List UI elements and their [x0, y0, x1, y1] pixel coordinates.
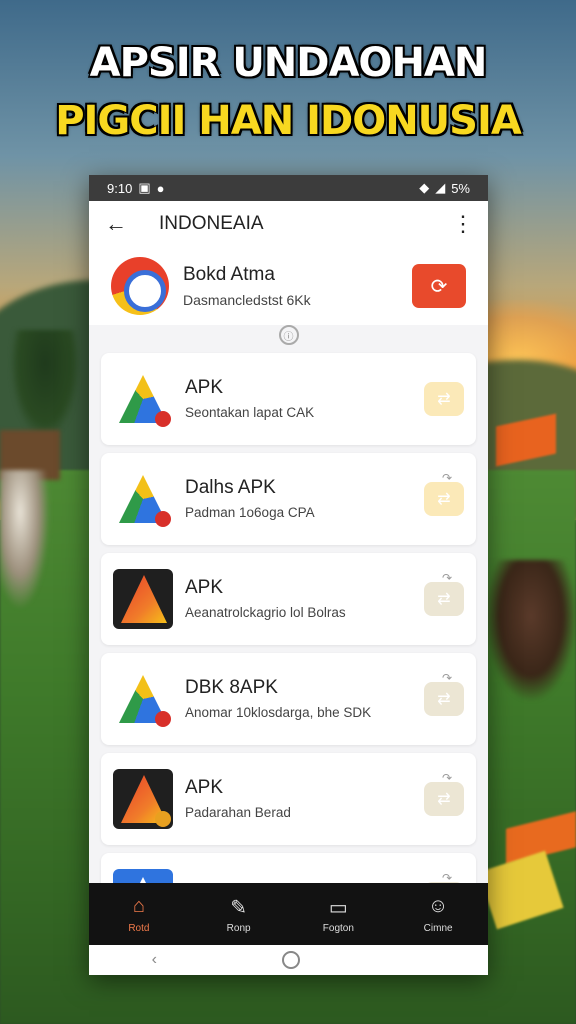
dot-icon: ● [156, 180, 165, 196]
download-icon: ⇄ [437, 691, 451, 708]
nav-label: Cimne [423, 922, 453, 934]
refresh-icon: ⟳ [430, 275, 448, 298]
apk-app-icon [113, 569, 173, 629]
app-title: DBK 8APK [185, 677, 278, 698]
phone-screen: 9:10 ▣ ● ◆ ◢ 5% ← INDONEAIA ⋮ Bokd Atma … [89, 175, 488, 975]
info-icon: ⓘ [278, 325, 299, 345]
featured-download-button[interactable]: ⟳ [412, 264, 466, 308]
status-badge-icon [155, 411, 171, 427]
app-logo-icon [111, 257, 169, 315]
app-list-item[interactable]: Dalhs APK Padman 1o6oga CPA ↷ ⇄ [101, 453, 476, 545]
system-navigation: ‹ [89, 945, 488, 975]
headline-line-1: APSIR UNDAOHAN [89, 40, 488, 86]
app-title: Dalhs APK [185, 477, 276, 498]
nav-label: Ronp [226, 922, 251, 934]
app-title: APK [185, 577, 224, 598]
nav-icon: ⌂ [132, 894, 145, 917]
nav-label: Rotd [128, 922, 150, 934]
nav-icon: ☺ [427, 894, 449, 917]
page-title: INDONEAIA [159, 213, 264, 234]
nav-item-1[interactable]: ✎ Ronp [199, 895, 279, 934]
palm-tree [10, 330, 80, 440]
download-button[interactable]: ⇄ [424, 782, 464, 816]
apk-app-icon [113, 469, 173, 529]
nav-label: Fogton [322, 922, 354, 934]
headline: APSIR UNDAOHAN PIGCII HAN IDONUSIA [0, 40, 576, 144]
more-menu-icon[interactable]: ⋮ [452, 211, 474, 237]
app-subtitle: Padman 1o6oga CPA [185, 505, 315, 520]
status-badge-icon [155, 711, 171, 727]
apk-app-icon [113, 769, 173, 829]
status-time: 9:10 [107, 180, 133, 196]
section-divider: ⓘ [89, 325, 488, 345]
app-list-item[interactable]: APK Padarahan Berad ↷ ⇄ [101, 753, 476, 845]
app-subtitle: Seontakan lapat CAK [185, 405, 315, 420]
featured-app-subtitle: Dasmancledstst 6Kk [183, 292, 311, 308]
status-badge-icon [155, 511, 171, 527]
app-list-item[interactable]: DBK 8APK Anomar 10klosdarga, bhe SDK ↷ ⇄ [101, 653, 476, 745]
download-icon: ⇄ [437, 491, 451, 508]
download-button[interactable]: ⇄ [424, 382, 464, 416]
farmer-figure [0, 470, 50, 610]
bottom-navigation: ⌂ Rotd ✎ Ronp ▭ Fogton ☺ Cimne [89, 883, 488, 945]
download-button[interactable]: ⇄ [424, 682, 464, 716]
download-button[interactable]: ⇄ [424, 482, 464, 516]
app-list-item[interactable]: APK Seontakan lapat CAK ⇄ [101, 353, 476, 445]
apk-app-icon [113, 369, 173, 429]
signal-icon: ◢ [435, 180, 446, 195]
status-bar: 9:10 ▣ ● ◆ ◢ 5% [89, 175, 488, 201]
app-title: APK [185, 377, 224, 398]
download-icon: ⇄ [437, 791, 451, 808]
app-subtitle: Aeanatrolckagrio lol Bolras [185, 605, 346, 620]
battery-percent: 5% [451, 180, 470, 196]
app-list-item[interactable]: APK Aeanatrolckagrio lol Bolras ↷ ⇄ [101, 553, 476, 645]
notification-icon: ▣ [138, 180, 151, 195]
nav-item-3[interactable]: ☺ Cimne [398, 895, 478, 934]
headline-line-2: PIGCII HAN IDONUSIA [55, 98, 522, 144]
back-arrow-icon[interactable]: ← [105, 211, 145, 237]
download-icon: ⇄ [437, 591, 451, 608]
app-title: APK [185, 777, 224, 798]
status-badge-icon [155, 811, 171, 827]
download-icon: ⇄ [437, 391, 451, 408]
cow-figure [486, 560, 576, 700]
featured-app-header[interactable]: Bokd Atma Dasmancledstst 6Kk ⟳ [89, 247, 488, 325]
wifi-icon: ◆ [419, 180, 430, 195]
nav-item-0[interactable]: ⌂ Rotd [99, 895, 179, 934]
apk-app-icon [113, 669, 173, 729]
nav-icon: ✎ [230, 896, 247, 919]
app-subtitle: Padarahan Berad [185, 805, 291, 820]
nav-item-2[interactable]: ▭ Fogton [298, 895, 378, 934]
triangle-logo-icon [121, 575, 167, 623]
nav-icon: ▭ [328, 896, 348, 919]
app-subtitle: Anomar 10klosdarga, bhe SDK [185, 705, 372, 720]
system-home-icon[interactable] [282, 951, 301, 969]
download-button[interactable]: ⇄ [424, 582, 464, 616]
app-bar: ← INDONEAIA ⋮ [89, 201, 488, 247]
featured-app-name: Bokd Atma [183, 264, 275, 285]
app-list: APK Seontakan lapat CAK ⇄ Dalhs APK Padman 1… [89, 353, 488, 945]
system-back-icon[interactable]: ‹ [152, 951, 157, 969]
